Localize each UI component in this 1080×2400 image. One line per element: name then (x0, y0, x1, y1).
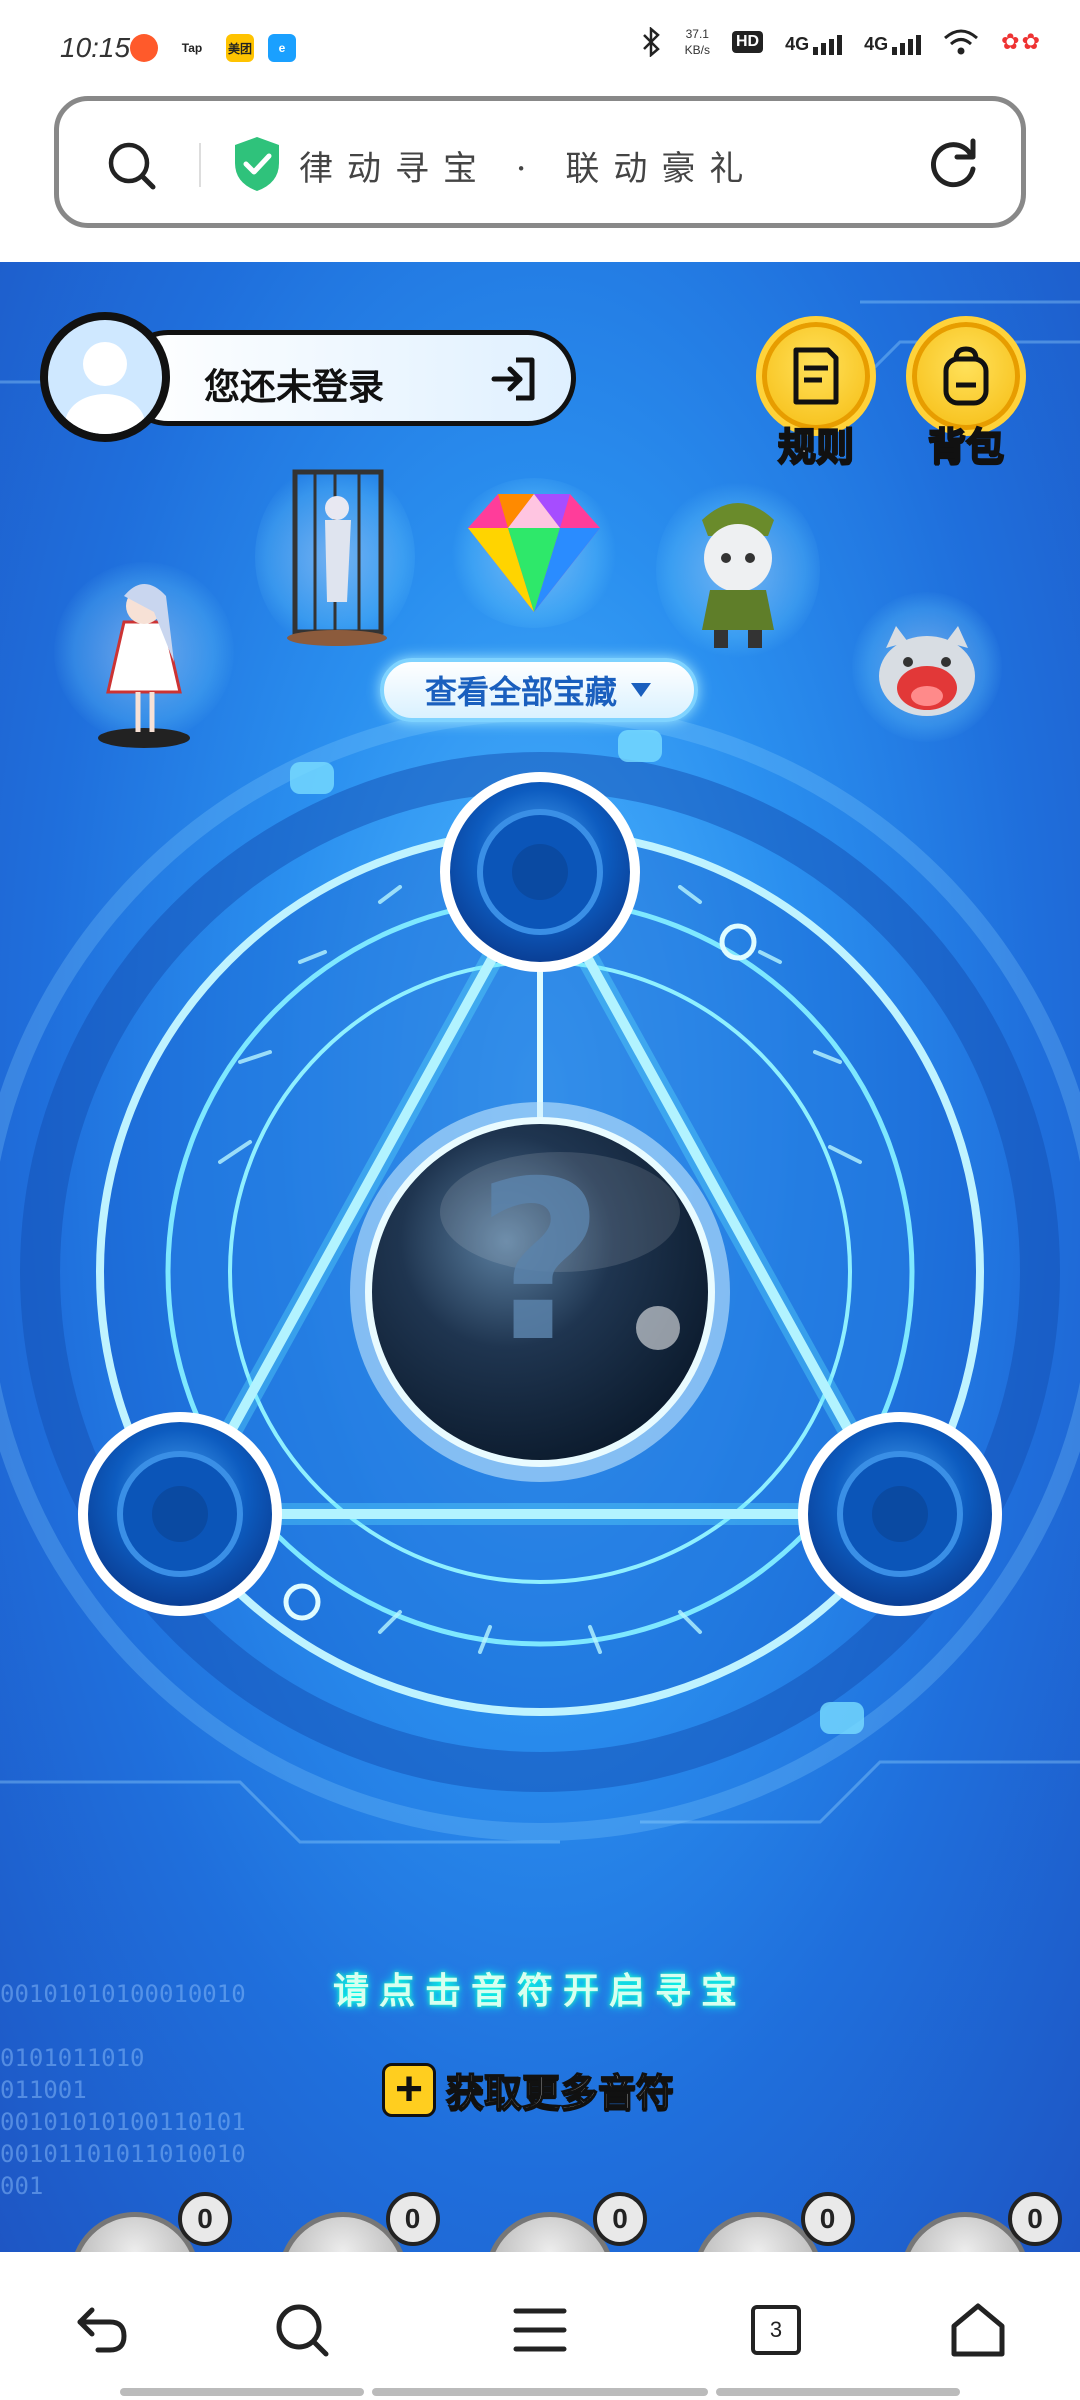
note-count: 0 (800, 2192, 855, 2246)
note-count: 0 (385, 2192, 440, 2246)
view-all-treasures-button[interactable]: 查看全部宝藏 (380, 658, 698, 722)
eleme-app-icon: e (268, 34, 296, 62)
search-icon[interactable] (105, 139, 159, 193)
rules-label: 规则 (777, 426, 855, 470)
menu-icon (513, 2308, 567, 2352)
login-status-label: 您还未登录 (204, 366, 385, 407)
hint-text: 请点击音符开启寻宝 (332, 1970, 747, 2011)
cat-plush-icon (879, 626, 975, 716)
login-button[interactable]: 您还未登录 (40, 312, 580, 442)
triangle-down-icon (631, 683, 651, 697)
treasure-figure-1[interactable] (54, 562, 234, 748)
rules-button[interactable]: 规则 (746, 316, 886, 470)
avatar-placeholder-icon (65, 342, 145, 434)
note-token[interactable]: 0 (900, 2192, 1062, 2252)
binary-decoration: 011001 (0, 2076, 87, 2104)
note-count: 0 (593, 2192, 647, 2246)
binary-decoration: 00101010100110101 (0, 2108, 246, 2136)
shield-check-icon (235, 137, 279, 191)
back-icon (77, 2307, 127, 2353)
treasure-hunt-game: ? 您还未登录 规则 背包 查看全部宝藏 00101010100010010 0… (0, 262, 1080, 2252)
plush-figure-icon (702, 503, 774, 648)
status-bar: 10:15 Tap 美团 e 37.1 KB/s HD 4G 4G ✿ ✿ (0, 0, 1080, 92)
signal-2: 4G (864, 29, 922, 55)
rainbow-gem-icon (468, 494, 600, 612)
figure-cage-icon (287, 469, 387, 646)
tabs-icon: 3 (751, 2305, 801, 2355)
document-icon (793, 347, 839, 405)
address-bar[interactable]: 律动寻宝 · 联动豪礼 (54, 96, 1026, 228)
note-tokens: 0 0 0 0 0 (70, 2192, 1062, 2252)
reload-icon[interactable] (925, 135, 981, 191)
treasure-figure-2[interactable] (255, 462, 415, 652)
backpack-label: 背包 (927, 426, 1005, 470)
note-token[interactable]: 0 (692, 2192, 855, 2252)
avatar (40, 312, 170, 442)
note-token[interactable]: 0 (70, 2192, 232, 2252)
treasure-gem[interactable] (448, 478, 620, 628)
login-arrow-icon (491, 357, 535, 401)
cat-token-icon (290, 762, 334, 794)
page-title[interactable]: 律动寻宝 · 联动豪礼 (299, 141, 757, 190)
battery-paw-icon: ✿ ✿ (1001, 29, 1040, 54)
home-icon (951, 2303, 1005, 2357)
hd-indicator: HD (731, 31, 764, 53)
bluetooth-icon (642, 27, 660, 57)
mystery-question-mark[interactable]: ? (440, 1142, 640, 1382)
binary-decoration: 00101101011010010 (0, 2140, 246, 2168)
cat-token-icon (820, 1702, 864, 1734)
binary-decoration: 001 (0, 2172, 44, 2200)
bottom-navigation: 3 (0, 2252, 1080, 2400)
treasure-figure-4[interactable] (852, 592, 1002, 742)
figure-icon (98, 584, 190, 748)
binary-decoration: 0101011010 (0, 2044, 145, 2072)
network-speed: 37.1 KB/s (684, 27, 710, 57)
note-count: 0 (1008, 2192, 1062, 2246)
search-icon (276, 2304, 329, 2357)
status-indicators: 37.1 KB/s HD 4G 4G ✿ ✿ (641, 26, 1040, 58)
cat-token-icon (618, 730, 662, 762)
nav-search-button[interactable] (262, 2290, 342, 2370)
meituan-app-icon: 美团 (226, 34, 254, 62)
menu-button[interactable] (500, 2290, 580, 2370)
tab-count: 3 (769, 2317, 783, 2342)
back-button[interactable] (62, 2290, 142, 2370)
get-more-notes-button[interactable]: + 获取更多音符 (382, 2062, 675, 2117)
address-divider (199, 143, 201, 187)
plus-icon: + (382, 2062, 436, 2117)
view-all-label: 查看全部宝藏 (424, 674, 617, 710)
note-token[interactable]: 0 (485, 2192, 647, 2252)
get-more-label: 获取更多音符 (445, 2072, 675, 2116)
treasure-figure-3[interactable] (656, 480, 820, 660)
gesture-bar (716, 2388, 960, 2396)
home-button[interactable] (938, 2290, 1018, 2370)
note-count: 0 (178, 2192, 232, 2246)
status-app-icons: Tap 美团 e (130, 34, 296, 62)
tabs-button[interactable]: 3 (736, 2290, 816, 2370)
status-time: 10:15 (60, 32, 131, 63)
gesture-bar (372, 2388, 708, 2396)
signal-1: 4G (785, 29, 843, 55)
wifi-icon (944, 29, 979, 55)
tap-app-icon: Tap (172, 34, 212, 62)
notification-app-icon (130, 34, 158, 62)
note-token[interactable]: 0 (277, 2192, 440, 2252)
backpack-icon (943, 346, 989, 406)
gesture-bar (120, 2388, 364, 2396)
backpack-button[interactable]: 背包 (896, 316, 1036, 470)
